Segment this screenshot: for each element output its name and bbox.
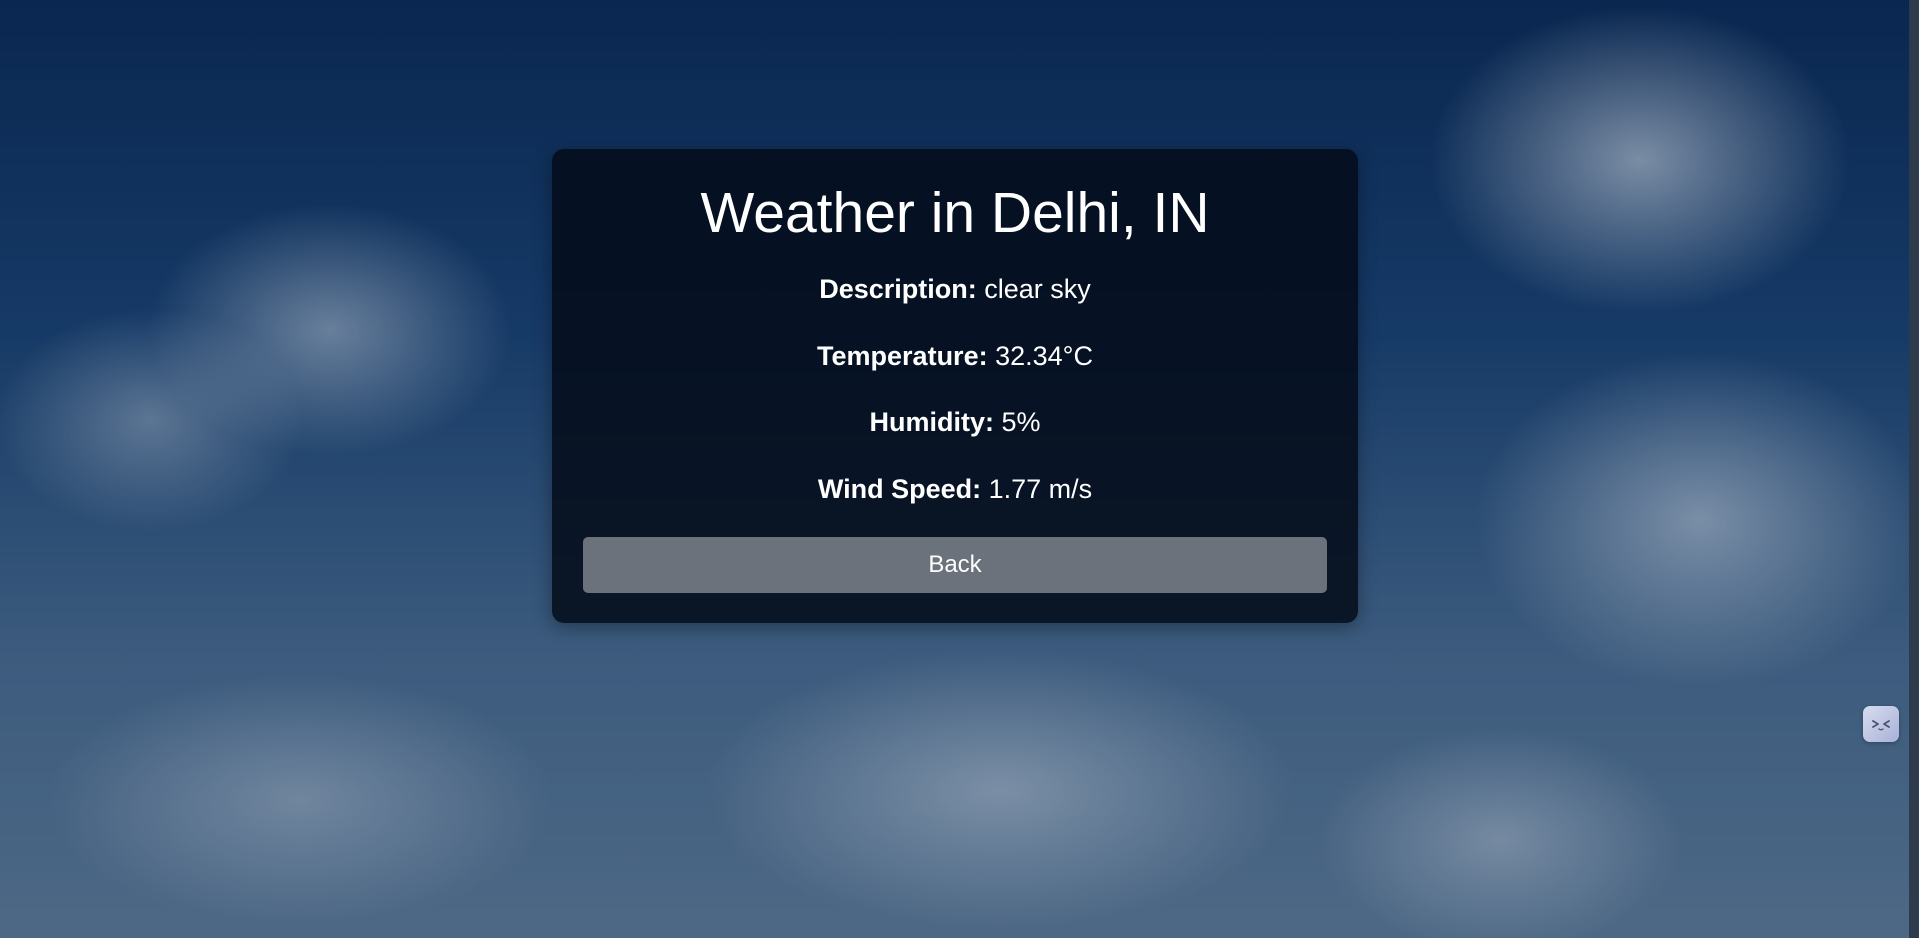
description-value: clear sky <box>984 274 1091 304</box>
page-title: Weather in Delhi, IN <box>700 181 1210 245</box>
humidity-value: 5% <box>1001 407 1041 437</box>
back-button[interactable]: Back <box>583 537 1327 593</box>
humidity-label: Humidity: <box>869 407 994 437</box>
face-icon <box>1872 720 1890 731</box>
wind-speed-row: Wind Speed: 1.77 m/s <box>552 472 1358 506</box>
weather-card: Weather in Delhi, IN Description: clear … <box>552 149 1358 623</box>
wind-speed-value: 1.77 m/s <box>988 474 1093 504</box>
temperature-label: Temperature: <box>817 341 988 371</box>
floating-widget-button[interactable] <box>1863 706 1899 742</box>
description-label: Description: <box>819 274 977 304</box>
temperature-row: Temperature: 32.34°C <box>552 339 1358 373</box>
description-row: Description: clear sky <box>552 272 1358 306</box>
wind-speed-label: Wind Speed: <box>817 474 982 504</box>
scrollbar-edge <box>1909 0 1919 938</box>
humidity-row: Humidity: 5% <box>552 405 1358 439</box>
temperature-value: 32.34°C <box>995 341 1093 371</box>
